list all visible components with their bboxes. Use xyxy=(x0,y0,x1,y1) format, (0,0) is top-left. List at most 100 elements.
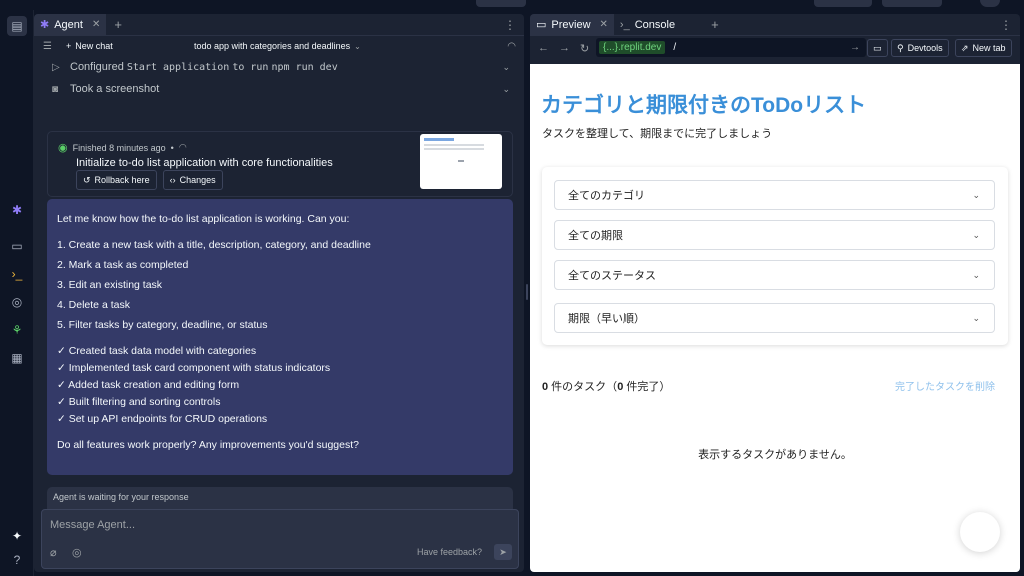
grid-icon[interactable]: ▦ xyxy=(7,348,27,368)
external-link-icon: ⇗ xyxy=(961,42,969,53)
tab-agent-label: Agent xyxy=(54,18,83,31)
code-icon: ‹› xyxy=(169,175,176,185)
send-button[interactable]: ➤ xyxy=(494,544,512,560)
rollback-label: Rollback here xyxy=(94,175,150,185)
devtools-label: Devtools xyxy=(907,43,943,53)
tab-agent[interactable]: ✱ Agent ✕ xyxy=(34,14,107,36)
tab-console-label: Console xyxy=(634,18,676,31)
database-icon[interactable]: ◎ xyxy=(7,292,27,312)
agent-logo-icon: ✱ xyxy=(40,19,50,31)
step-code: Start application xyxy=(126,61,230,73)
tab-preview-label: Preview xyxy=(551,18,591,31)
url-domain: {...}.replit.dev xyxy=(599,41,666,54)
send-icon: ➤ xyxy=(499,546,507,557)
app-title: カテゴリと期限付きのToDoリスト xyxy=(541,94,867,117)
checkpoint-meta: ◉ Finished 8 minutes ago • ◠ xyxy=(58,141,187,154)
add-tab-icon[interactable]: + xyxy=(711,17,719,32)
message-item: 5. Filter tasks by category, deadline, o… xyxy=(57,319,268,331)
app-preview: カテゴリと期限付きのToDoリスト タスクを整理して、期限までに完了しましょう … xyxy=(530,64,1020,572)
step-text: Took a screenshot xyxy=(70,83,160,95)
message-check: ✓ Added task creation and editing form xyxy=(57,379,240,391)
message-input[interactable] xyxy=(50,516,430,534)
help-icon[interactable]: ? xyxy=(7,550,27,570)
status-select[interactable]: 全てのステータス ⌄ xyxy=(554,260,995,290)
panel-resize-handle[interactable] xyxy=(526,284,528,300)
task-count-end: 件完了） xyxy=(623,381,671,393)
close-icon[interactable]: ✕ xyxy=(92,19,100,30)
new-tab-button[interactable]: ⇗ New tab xyxy=(955,39,1012,57)
paperclip-icon[interactable]: ⌀ xyxy=(50,546,57,559)
arrow-right-icon[interactable]: → xyxy=(850,42,860,53)
files-icon[interactable]: ▤ xyxy=(7,16,27,36)
task-count-mid: 件のタスク（ xyxy=(548,381,618,393)
forward-icon[interactable]: → xyxy=(559,42,570,54)
changes-button[interactable]: ‹› Changes xyxy=(162,170,223,190)
chevron-down-icon: ⌄ xyxy=(972,189,980,200)
play-icon: ▷ xyxy=(52,61,60,73)
clear-completed-button[interactable]: 完了したタスクを削除 xyxy=(895,378,995,393)
composer: ⌀ ◎ Have feedback? ➤ xyxy=(41,509,519,569)
tab-console[interactable]: ›_ Console xyxy=(614,14,681,36)
top-button[interactable] xyxy=(882,0,942,7)
agent-icon[interactable]: ✱ xyxy=(7,200,27,220)
message-item: 1. Create a new task with a title, descr… xyxy=(57,239,371,251)
task-count: 0 件のタスク（0 件完了） xyxy=(542,378,670,394)
more-icon[interactable]: ⋮ xyxy=(1000,18,1012,32)
target-icon[interactable]: ◎ xyxy=(72,546,82,559)
rollback-button[interactable]: ↺ Rollback here xyxy=(76,170,157,190)
category-select[interactable]: 全てのカテゴリ ⌄ xyxy=(554,180,995,210)
git-icon[interactable]: ⚘ xyxy=(7,320,27,340)
new-chat-button[interactable]: + New chat xyxy=(66,41,113,51)
agent-panel: ✱ Agent ✕ + ⋮ ☰ + New chat todo app with… xyxy=(34,14,524,572)
chevron-down-icon: ⌄ xyxy=(972,312,980,323)
agent-message: Let me know how the to-do list applicati… xyxy=(47,199,513,475)
preview-tabbar: ▭ Preview ✕ ›_ Console + ⋮ xyxy=(530,14,1020,36)
back-icon[interactable]: ← xyxy=(538,42,549,54)
status-select-value: 全てのステータス xyxy=(568,270,656,282)
chevron-down-icon: ⌄ xyxy=(972,229,980,240)
sort-select[interactable]: 期限（早い順） ⌄ xyxy=(554,303,995,333)
step-configured[interactable]: ▷ Configured Start application to run np… xyxy=(34,56,524,78)
chat-title-dropdown[interactable]: todo app with categories and deadlines ⌄ xyxy=(194,41,361,51)
floating-action-button[interactable] xyxy=(960,512,1000,552)
step-screenshot[interactable]: ◙ Took a screenshot ⌄ xyxy=(34,78,524,100)
chat-list-icon[interactable]: ☰ xyxy=(43,41,52,52)
console-icon[interactable]: ›_ xyxy=(7,264,27,284)
gauge-icon[interactable]: ◠ xyxy=(507,41,516,52)
new-tab-label: New tab xyxy=(972,43,1006,53)
history-icon: ↺ xyxy=(83,174,91,185)
monitor-icon[interactable]: ▭ xyxy=(7,236,27,256)
category-select-value: 全てのカテゴリ xyxy=(568,190,645,202)
empty-state: 表示するタスクがありません。 xyxy=(698,449,852,461)
filter-card: 全てのカテゴリ ⌄ 全ての期限 ⌄ 全てのステータス ⌄ 期限（早い順） ⌄ xyxy=(542,167,1008,345)
dot-separator: • xyxy=(170,142,174,153)
tab-preview[interactable]: ▭ Preview ✕ xyxy=(530,14,614,36)
url-input[interactable]: {...}.replit.dev / → xyxy=(596,38,866,57)
close-icon[interactable]: ✕ xyxy=(600,19,608,30)
message-intro: Let me know how the to-do list applicati… xyxy=(57,213,350,225)
chevron-down-icon: ⌄ xyxy=(972,269,980,280)
console-icon: ›_ xyxy=(619,18,630,31)
checkpoint-title: Initialize to-do list application with c… xyxy=(76,157,333,169)
new-chat-label: New chat xyxy=(75,41,113,51)
message-check: ✓ Implemented task card component with s… xyxy=(57,362,331,374)
sparkle-icon[interactable]: ✦ xyxy=(7,526,27,546)
chat-toolbar: ☰ + New chat todo app with categories an… xyxy=(34,36,524,56)
avatar[interactable] xyxy=(980,0,1000,7)
device-button[interactable]: ▭ xyxy=(867,39,888,57)
more-icon[interactable]: ⋮ xyxy=(504,18,516,32)
feedback-link[interactable]: Have feedback? xyxy=(417,547,482,557)
preview-panel: ▭ Preview ✕ ›_ Console + ⋮ ← → ↻ {...}.r… xyxy=(530,14,1020,572)
deadline-select-value: 全ての期限 xyxy=(568,230,623,242)
top-button[interactable] xyxy=(476,0,526,7)
screenshot-thumbnail[interactable] xyxy=(420,134,502,189)
devtools-button[interactable]: ⚲ Devtools xyxy=(891,39,949,57)
chevron-down-icon[interactable]: ⌄ xyxy=(502,62,510,73)
add-tab-icon[interactable]: + xyxy=(114,17,122,32)
reload-icon[interactable]: ↻ xyxy=(580,42,589,55)
chevron-down-icon[interactable]: ⌄ xyxy=(502,84,510,95)
message-check: ✓ Set up API endpoints for CRUD operatio… xyxy=(57,413,268,425)
top-button[interactable] xyxy=(814,0,872,7)
camera-icon: ◙ xyxy=(52,83,59,95)
deadline-select[interactable]: 全ての期限 ⌄ xyxy=(554,220,995,250)
